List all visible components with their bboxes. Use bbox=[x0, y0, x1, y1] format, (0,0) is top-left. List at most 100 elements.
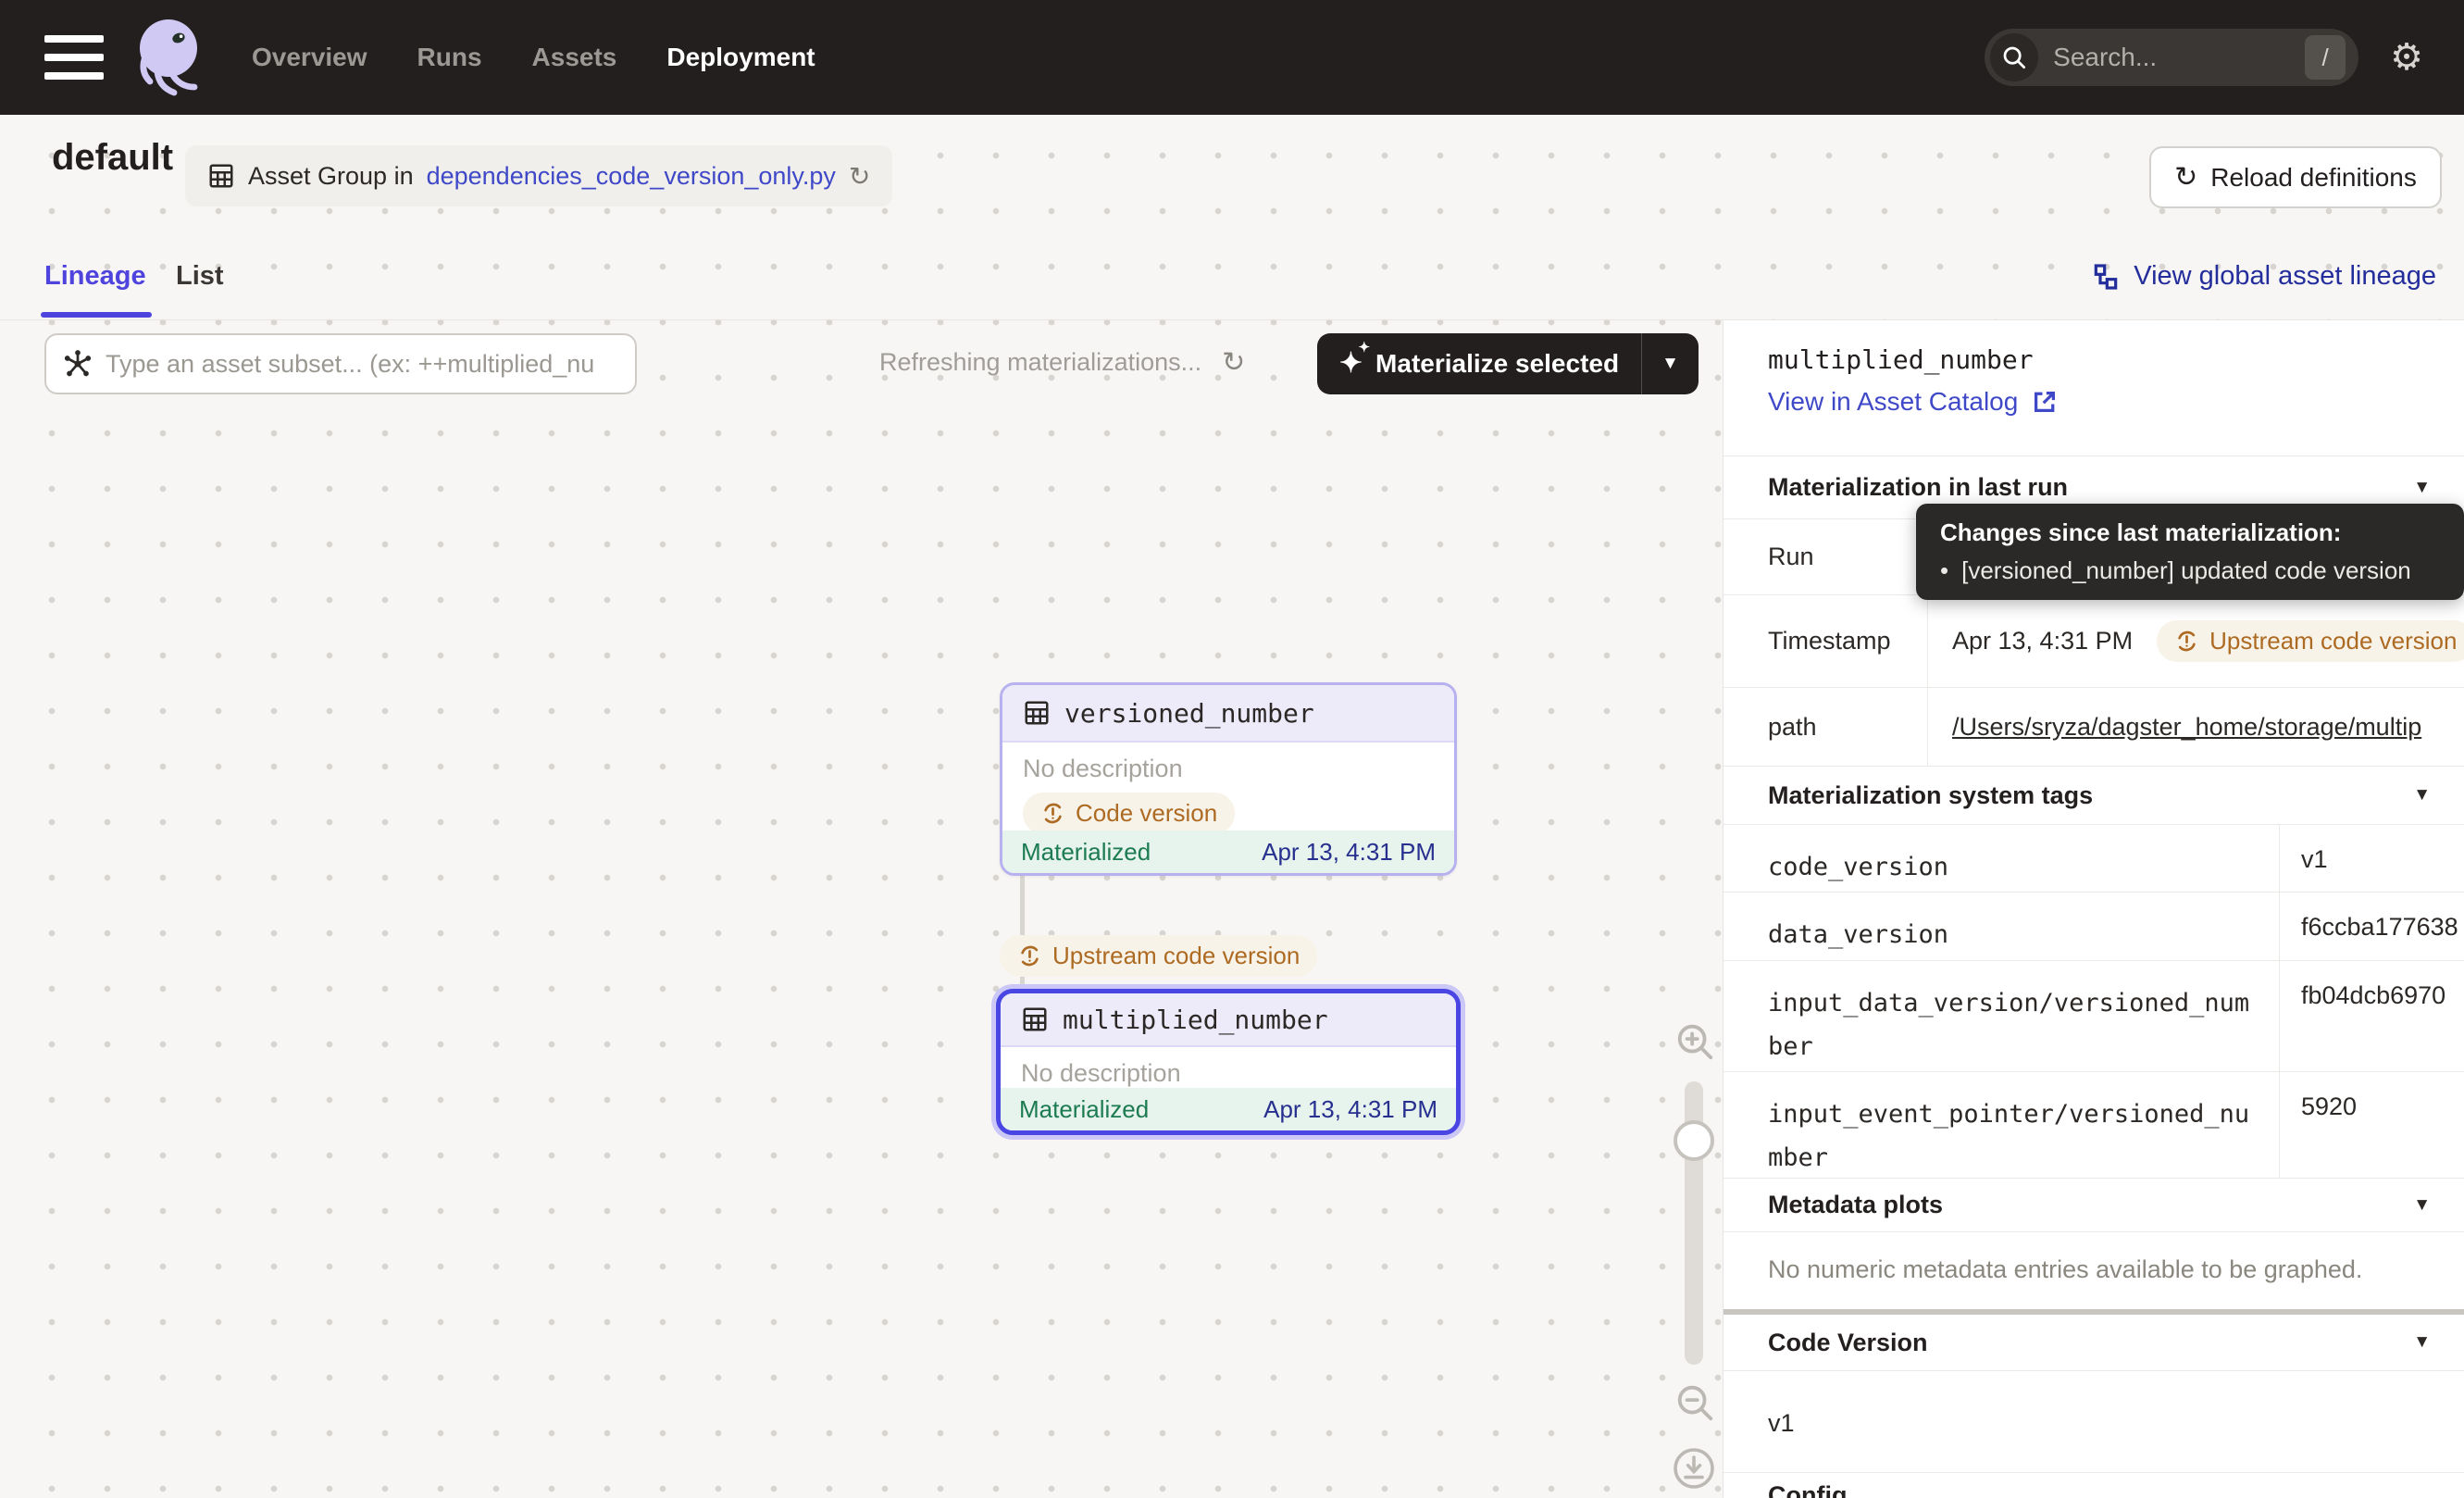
section-title: Materialization system tags bbox=[1768, 781, 2093, 810]
system-tag-row: code_version v1 bbox=[1724, 824, 2464, 892]
asset-subset-input[interactable] bbox=[106, 350, 620, 379]
reload-location-icon[interactable]: ↻ bbox=[849, 161, 870, 192]
external-link-icon bbox=[2031, 388, 2059, 416]
lineage-graph-icon bbox=[2091, 262, 2121, 292]
gear-icon[interactable]: ⚙ bbox=[2390, 39, 2423, 76]
tag-value: f6ccba177638 bbox=[2279, 893, 2464, 960]
last-run-row-timestamp: Timestamp Apr 13, 4:31 PM Upstream code … bbox=[1724, 594, 2464, 687]
dagster-logo[interactable] bbox=[131, 15, 211, 100]
refreshing-label: Refreshing materializations... bbox=[879, 348, 1201, 377]
search-icon bbox=[1990, 33, 2038, 81]
dagster-octopus-icon bbox=[131, 15, 211, 100]
zoom-in-icon[interactable] bbox=[1674, 1020, 1716, 1067]
upstream-code-version-icon bbox=[1017, 943, 1042, 968]
zoom-slider-handle[interactable] bbox=[1674, 1120, 1714, 1161]
section-title: Metadata plots bbox=[1768, 1191, 1943, 1219]
search-shortcut-key: / bbox=[2305, 35, 2346, 80]
tag-value: 5920 bbox=[2279, 1072, 2464, 1178]
system-tag-row: input_data_version/versioned_number fb04… bbox=[1724, 960, 2464, 1071]
nav-item-runs[interactable]: Runs bbox=[417, 43, 482, 72]
tag-key: code_version bbox=[1724, 825, 2279, 892]
download-image-icon[interactable] bbox=[1672, 1446, 1716, 1495]
code-location-link[interactable]: dependencies_code_version_only.py bbox=[427, 162, 836, 191]
active-tab-underline bbox=[41, 312, 152, 318]
path-link[interactable]: /Users/sryza/dagster_home/storage/multip bbox=[1952, 713, 2421, 742]
global-search[interactable]: / bbox=[1985, 29, 2358, 86]
asset-node-multiplied-number[interactable]: multiplied_number No description Materia… bbox=[996, 989, 1461, 1135]
table-icon bbox=[1021, 1005, 1049, 1033]
upstream-code-version-label: Upstream code version bbox=[1052, 942, 1300, 970]
tag-key: data_version bbox=[1724, 893, 2279, 960]
materialized-timestamp: Apr 13, 4:31 PM bbox=[1262, 838, 1436, 867]
section-title: Code Version bbox=[1768, 1329, 1928, 1357]
last-run-row-path: path /Users/sryza/dagster_home/storage/m… bbox=[1724, 687, 2464, 766]
code-version-tag: Code version bbox=[1023, 793, 1235, 834]
materialized-status: Materialized bbox=[1019, 1095, 1149, 1124]
changes-since-last-materialization-tooltip: Changes since last materialization: • [v… bbox=[1916, 504, 2464, 600]
metadata-plots-empty-message: No numeric metadata entries available to… bbox=[1768, 1255, 2362, 1284]
refresh-icon[interactable]: ↻ bbox=[1222, 346, 1245, 379]
timestamp-value: Apr 13, 4:31 PM bbox=[1952, 627, 2133, 655]
primary-nav: Overview Runs Assets Deployment bbox=[252, 43, 815, 72]
asset-name: multiplied_number bbox=[1063, 1005, 1328, 1035]
asset-description: No description bbox=[1002, 743, 1454, 783]
top-navigation-bar: Overview Runs Assets Deployment / ⚙ bbox=[0, 0, 2464, 115]
asset-node-versioned-number[interactable]: versioned_number No description Code ver… bbox=[1000, 682, 1457, 876]
materialize-selected-button[interactable]: ✦✦ Materialize selected ▼ bbox=[1317, 333, 1699, 394]
nav-item-deployment[interactable]: Deployment bbox=[666, 43, 815, 72]
materialize-dropdown-caret[interactable]: ▼ bbox=[1641, 333, 1699, 394]
tooltip-title: Changes since last materialization: bbox=[1940, 518, 2440, 547]
section-header-metadata-plots[interactable]: Metadata plots ▼ bbox=[1724, 1178, 2464, 1231]
view-in-asset-catalog-link[interactable]: View in Asset Catalog bbox=[1768, 387, 2059, 417]
tab-lineage[interactable]: Lineage bbox=[44, 261, 146, 292]
asset-graph-filter-icon bbox=[61, 347, 94, 381]
caret-down-icon: ▼ bbox=[2413, 1195, 2431, 1216]
asset-group-badge: Asset Group in dependencies_code_version… bbox=[185, 145, 892, 206]
row-label: Run bbox=[1724, 519, 1927, 594]
tooltip-item-text: [versioned_number] updated code version bbox=[1961, 556, 2411, 585]
asset-name: versioned_number bbox=[1064, 698, 1314, 729]
asset-subset-filter[interactable] bbox=[44, 333, 637, 394]
section-header-materialization-system-tags[interactable]: Materialization system tags ▼ bbox=[1724, 766, 2464, 824]
upstream-code-version-icon bbox=[2174, 629, 2199, 654]
system-tag-row: data_version f6ccba177638 bbox=[1724, 892, 2464, 960]
asset-group-table-icon bbox=[207, 162, 235, 190]
materialized-timestamp: Apr 13, 4:31 PM bbox=[1263, 1095, 1437, 1124]
row-label: Timestamp bbox=[1724, 595, 1927, 687]
asset-group-label: Asset Group in bbox=[248, 162, 414, 191]
view-global-asset-lineage-label: View global asset lineage bbox=[2134, 261, 2436, 292]
hamburger-menu-icon[interactable] bbox=[44, 35, 104, 80]
reload-definitions-button[interactable]: ↻ Reload definitions bbox=[2149, 146, 2442, 208]
code-version-value: v1 bbox=[1768, 1409, 1795, 1438]
tag-value: v1 bbox=[2279, 825, 2464, 892]
tab-list[interactable]: List bbox=[176, 261, 224, 292]
nav-item-overview[interactable]: Overview bbox=[252, 43, 367, 72]
sparkle-icon: ✦✦ bbox=[1339, 350, 1363, 378]
caret-down-icon: ▼ bbox=[2413, 1332, 2431, 1353]
tag-key: input_event_pointer/versioned_number bbox=[1724, 1072, 2279, 1178]
asset-details-sidebar: multiplied_number View in Asset Catalog … bbox=[1723, 320, 2464, 1498]
refresh-status: Refreshing materializations... ↻ bbox=[879, 346, 1245, 379]
upstream-code-version-tag: Upstream code version bbox=[2157, 620, 2464, 662]
table-icon bbox=[1023, 699, 1051, 727]
view-global-asset-lineage-link[interactable]: View global asset lineage bbox=[2091, 261, 2436, 292]
tag-key: input_data_version/versioned_number bbox=[1724, 961, 2279, 1071]
tooltip-item: • [versioned_number] updated code versio… bbox=[1940, 556, 2440, 585]
sidebar-asset-title: multiplied_number bbox=[1768, 344, 2034, 375]
caret-down-icon: ▼ bbox=[2413, 478, 2431, 498]
section-header-code-version[interactable]: Code Version ▼ bbox=[1724, 1315, 2464, 1370]
zoom-out-icon[interactable] bbox=[1674, 1381, 1716, 1429]
search-input[interactable] bbox=[2053, 43, 2305, 72]
upstream-code-version-edge-tag: Upstream code version bbox=[1000, 935, 1317, 977]
materialized-status: Materialized bbox=[1021, 838, 1151, 867]
view-in-asset-catalog-label: View in Asset Catalog bbox=[1768, 387, 2018, 417]
asset-description: No description bbox=[1001, 1047, 1456, 1088]
nav-item-assets[interactable]: Assets bbox=[532, 43, 617, 72]
page-title: default bbox=[52, 137, 173, 179]
code-version-icon bbox=[1040, 801, 1065, 826]
code-version-tag-label: Code version bbox=[1076, 799, 1217, 828]
section-header-config[interactable]: Config bbox=[1768, 1481, 1847, 1498]
upstream-code-version-label: Upstream code version bbox=[2209, 627, 2457, 655]
materialize-selected-label: Materialize selected bbox=[1375, 349, 1619, 379]
reload-icon: ↻ bbox=[2174, 161, 2197, 193]
